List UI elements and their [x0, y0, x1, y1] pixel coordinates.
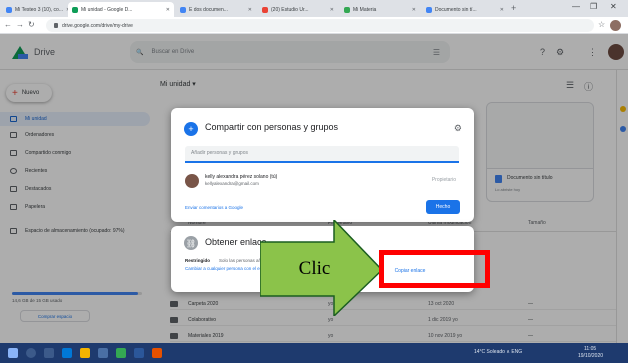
share-person-icon: + [184, 122, 198, 136]
chrome-icon[interactable] [116, 348, 126, 358]
change-access-link[interactable]: Cambiar a cualquier persona con el enlac… [185, 266, 271, 271]
new-tab-button[interactable]: + [511, 3, 516, 13]
highlight-box [379, 250, 490, 288]
browser-tab-bar: Mi Testeo 3 (10), co... ✕ Mi unidad - Go… [0, 0, 628, 17]
close-tab-icon[interactable]: ✕ [166, 7, 170, 13]
link-icon: ⛓ [184, 236, 198, 250]
get-link-title: Obtener enlace [205, 237, 267, 247]
browser-tab[interactable]: Mi Testeo 3 (10), co... ✕ [2, 2, 68, 17]
close-tab-icon[interactable]: ✕ [412, 7, 416, 13]
tab-favicon-icon [180, 6, 186, 13]
restricted-label[interactable]: Restringido [185, 258, 210, 263]
reload-icon[interactable]: ↻ [28, 20, 35, 29]
avatar [185, 174, 199, 188]
url-text: drive.google.com/drive/my-drive [62, 22, 133, 29]
close-tab-icon[interactable]: ✕ [248, 7, 252, 13]
task-view-icon[interactable] [44, 348, 54, 358]
star-icon[interactable]: ☆ [598, 20, 605, 29]
done-button[interactable]: Hecho [426, 200, 460, 214]
maximize-button[interactable]: ❐ [590, 2, 597, 11]
browser-tab[interactable]: E dos documen... ✕ [176, 2, 256, 17]
annotation-label: Clic [298, 258, 331, 279]
clock-date[interactable]: 19/10/2020 [578, 353, 603, 359]
docs-favicon-icon [426, 6, 432, 13]
address-bar-row: ← → ↻ drive.google.com/drive/my-drive ☆ [0, 17, 628, 34]
lock-icon [54, 23, 58, 28]
tab-label: Documento sin tí... [435, 6, 477, 13]
tab-label: (20) Estudio Ur... [271, 6, 309, 13]
tab-label: Mi Materia [353, 6, 377, 13]
person-email: kellyalexandra@gmail.com [205, 181, 259, 186]
share-dialog: + Compartir con personas y grupos ⚙ Añad… [171, 108, 474, 222]
tab-label: Mi Testeo 3 (10), co... [15, 6, 63, 13]
url-bar[interactable]: drive.google.com/drive/my-drive [46, 19, 594, 32]
close-tab-icon[interactable]: ✕ [330, 7, 334, 13]
word-icon[interactable] [134, 348, 144, 358]
system-tray-status[interactable]: 14°C Soleado ∧ ENG [474, 349, 522, 355]
profile-avatar[interactable] [610, 20, 621, 31]
windows-start-icon[interactable] [8, 348, 18, 358]
back-icon[interactable]: ← [4, 20, 12, 29]
close-window-button[interactable]: ✕ [610, 2, 617, 11]
browser-tab[interactable]: Documento sin tí... ✕ [422, 2, 508, 17]
tab-label: Mi unidad - Google D... [81, 6, 133, 13]
clock-time[interactable]: 11:05 [584, 346, 596, 352]
browser-tab[interactable]: (20) Estudio Ur... ✕ [258, 2, 338, 17]
powerpoint-icon[interactable] [152, 348, 162, 358]
add-people-input[interactable]: Añadir personas y grupos [185, 146, 459, 163]
tab-label: E dos documen... [189, 6, 228, 13]
browser-tab-active[interactable]: Mi unidad - Google D... ✕ [68, 2, 174, 17]
drive-favicon-icon [72, 6, 78, 13]
youtube-favicon-icon [262, 6, 268, 13]
tab-favicon-icon [6, 6, 12, 13]
settings-icon[interactable]: ⚙ [454, 123, 462, 134]
close-tab-icon[interactable]: ✕ [500, 7, 504, 13]
store-icon[interactable] [98, 348, 108, 358]
person-role: Propietario [431, 177, 456, 183]
person-name: kelly alexandra pérez solano (tú) [205, 174, 278, 180]
file-explorer-icon[interactable] [80, 348, 90, 358]
edge-icon[interactable] [62, 348, 72, 358]
send-feedback-link[interactable]: Enviar comentarios a Google [185, 205, 243, 210]
minimize-button[interactable]: — [572, 2, 580, 11]
browser-tab[interactable]: Mi Materia ✕ [340, 2, 420, 17]
windows-taskbar: 14°C Soleado ∧ ENG 11:05 19/10/2020 [0, 343, 628, 363]
share-dialog-title: Compartir con personas y grupos [205, 122, 339, 132]
search-icon[interactable] [26, 348, 36, 358]
tab-favicon-icon [344, 6, 350, 13]
forward-icon[interactable]: → [16, 20, 24, 29]
